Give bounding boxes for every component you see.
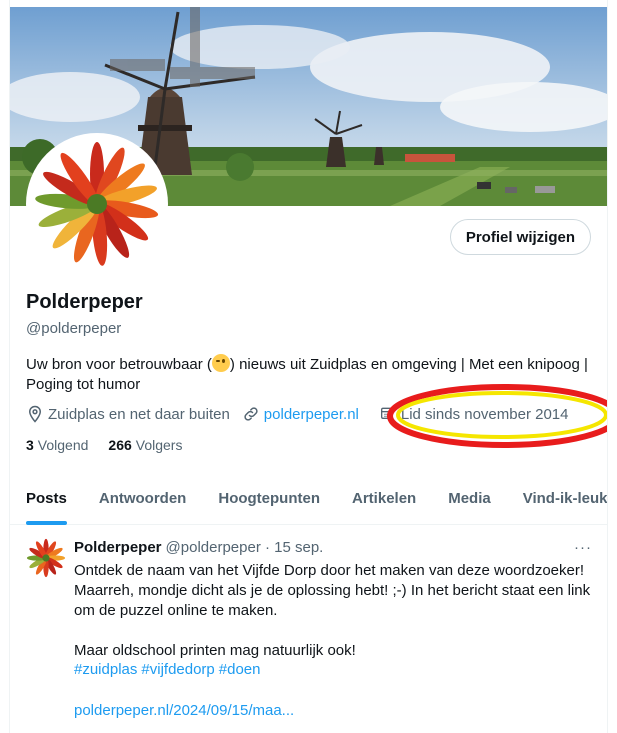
tab-articles[interactable]: Artikelen xyxy=(336,472,432,525)
tweet-header: Polderpeper @polderpeper · 15 sep. xyxy=(74,539,323,556)
following-link[interactable]: 3 Volgend xyxy=(26,437,88,453)
follow-stats: 3 Volgend 266 Volgers xyxy=(26,437,202,453)
location-text: Zuidplas en net daar buiten xyxy=(48,405,230,423)
hashtag-link[interactable]: #doen xyxy=(219,661,261,678)
edit-profile-button[interactable]: Profiel wijzigen xyxy=(449,219,591,255)
profile-handle: @polderpeper xyxy=(26,320,122,337)
following-label: Volgend xyxy=(37,437,89,453)
tab-posts[interactable]: Posts xyxy=(10,472,83,525)
followers-label: Volgers xyxy=(135,437,183,453)
tweet-link[interactable]: polderpeper.nl/2024/09/15/maa... xyxy=(74,702,294,719)
tab-highlights[interactable]: Hoogtepunten xyxy=(202,472,336,525)
hashtag-link[interactable]: #zuidplas xyxy=(74,661,137,678)
location-pin-icon xyxy=(26,405,44,423)
profile-page: Profiel wijzigen Polderpeper @polderpepe… xyxy=(9,0,608,733)
tweet-text: Ontdek de naam van het Vijfde Dorp door … xyxy=(74,562,591,659)
profile-avatar[interactable] xyxy=(26,133,168,275)
website-link[interactable]: polderpeper.nl xyxy=(264,406,359,423)
bio-text-start: Uw bron voor betrouwbaar ( xyxy=(26,356,212,373)
tab-replies[interactable]: Antwoorden xyxy=(83,472,203,525)
followers-link[interactable]: 266 Volgers xyxy=(108,437,182,453)
tweet-handle-date[interactable]: @polderpeper · 15 sep. xyxy=(166,539,324,556)
winking-face-emoji-icon xyxy=(211,354,230,372)
hashtag-link[interactable]: #vijfdedorp xyxy=(141,661,214,678)
tweet[interactable]: Polderpeper @polderpeper · 15 sep. ··· O… xyxy=(10,526,607,733)
tweet-author[interactable]: Polderpeper xyxy=(74,539,162,556)
highlight-ellipse-annotation xyxy=(387,384,607,448)
profile-website[interactable]: polderpeper.nl xyxy=(242,405,359,423)
more-options-icon[interactable]: ··· xyxy=(574,539,592,556)
tab-likes[interactable]: Vind-ik-leuks xyxy=(507,472,607,525)
following-count: 3 xyxy=(26,437,34,453)
link-icon xyxy=(242,405,260,423)
tab-media[interactable]: Media xyxy=(432,472,507,525)
tweet-avatar[interactable] xyxy=(26,538,66,578)
profile-location: Zuidplas en net daar buiten xyxy=(26,405,230,423)
tweet-hashtags: #zuidplas #vijfdedorp #doen xyxy=(74,661,265,678)
profile-name: Polderpeper xyxy=(26,291,143,313)
followers-count: 266 xyxy=(108,437,132,453)
profile-tabs: Posts Antwoorden Hoogtepunten Artikelen … xyxy=(10,472,607,525)
